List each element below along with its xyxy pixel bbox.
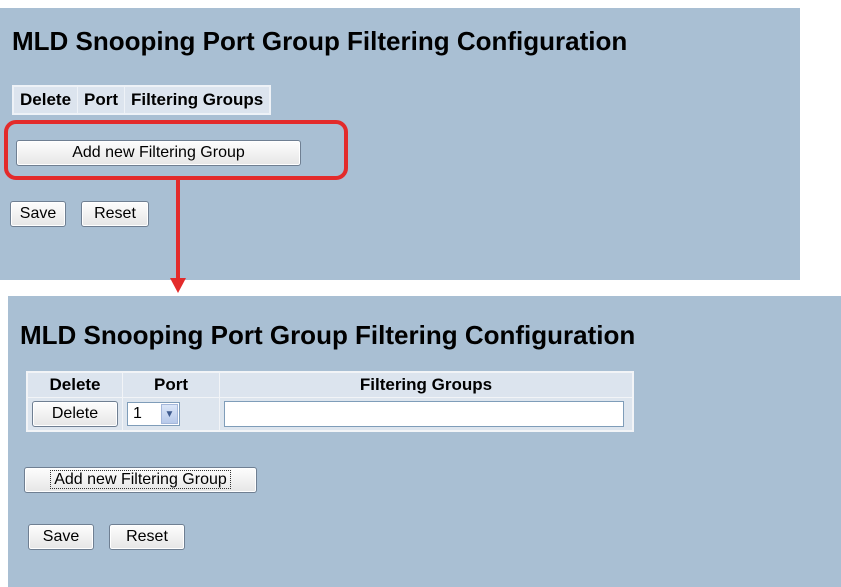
highlight-box bbox=[4, 120, 348, 180]
reset-button[interactable]: Reset bbox=[81, 201, 149, 227]
add-filtering-group-button[interactable]: Add new Filtering Group bbox=[24, 467, 257, 493]
filtering-groups-input[interactable] bbox=[224, 401, 624, 427]
column-header-delete: Delete bbox=[13, 86, 79, 114]
save-button[interactable]: Save bbox=[10, 201, 66, 227]
delete-cell: Delete bbox=[26, 397, 123, 432]
column-header-filtering-groups: Filtering Groups bbox=[124, 86, 271, 114]
column-header-port: Port bbox=[77, 86, 126, 114]
column-header-filtering-groups: Filtering Groups bbox=[219, 371, 634, 398]
arrow-line bbox=[176, 180, 180, 280]
config-panel-after: MLD Snooping Port Group Filtering Config… bbox=[8, 296, 841, 587]
reset-button[interactable]: Reset bbox=[109, 524, 185, 550]
save-button[interactable]: Save bbox=[28, 524, 94, 550]
filtering-table: Delete Port Filtering Groups Delete 1 ▼ bbox=[26, 371, 634, 432]
chevron-down-icon[interactable]: ▼ bbox=[161, 404, 178, 424]
port-select-value: 1 bbox=[133, 405, 142, 422]
add-filtering-group-label: Add new Filtering Group bbox=[50, 470, 231, 489]
column-header-delete: Delete bbox=[26, 371, 123, 398]
page-title: MLD Snooping Port Group Filtering Config… bbox=[12, 26, 628, 56]
table-header-row: Delete Port Filtering Groups bbox=[26, 371, 634, 398]
table-header-row: Delete Port Filtering Groups bbox=[13, 86, 271, 114]
port-select[interactable]: 1 ▼ bbox=[127, 402, 180, 426]
arrow-head bbox=[170, 278, 186, 293]
port-cell: 1 ▼ bbox=[122, 397, 220, 432]
filtering-groups-cell bbox=[219, 397, 634, 432]
table-row: Delete 1 ▼ bbox=[26, 397, 634, 432]
filtering-table: Delete Port Filtering Groups bbox=[12, 85, 272, 115]
delete-button[interactable]: Delete bbox=[32, 401, 118, 427]
column-header-port: Port bbox=[122, 371, 220, 398]
page-title: MLD Snooping Port Group Filtering Config… bbox=[20, 320, 636, 350]
